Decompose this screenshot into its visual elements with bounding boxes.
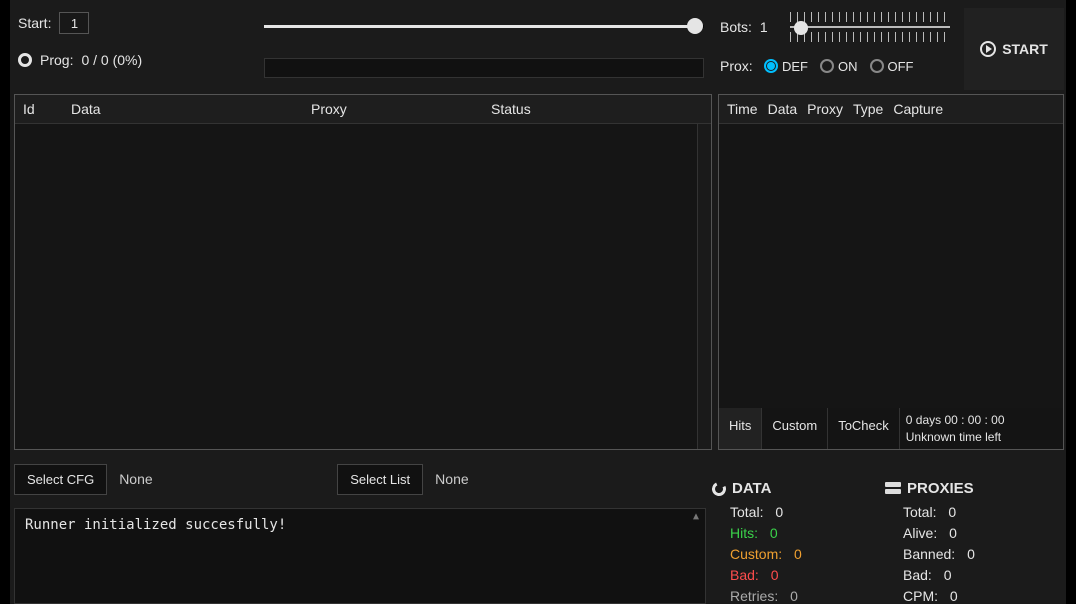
stats-panel: DATA Total: 0 Hits: 0 Custom: 0 Bad: 0 R… (708, 472, 1054, 604)
stat-custom-label: Custom: (730, 546, 782, 562)
log-line: Runner initialized succesfully! (25, 517, 695, 533)
select-list-button[interactable]: Select List (337, 464, 423, 495)
tab-hits[interactable]: Hits (719, 408, 762, 449)
col-capture[interactable]: Capture (893, 101, 943, 117)
hits-table: Time Data Proxy Type Capture (718, 94, 1064, 450)
stat-retries-value: 0 (790, 588, 798, 604)
stat-hits-label: Hits: (730, 525, 758, 541)
play-icon (980, 41, 996, 57)
stat-alive-value: 0 (949, 525, 957, 541)
stat-alive-label: Alive: (903, 525, 937, 541)
table-header: Id Data Proxy Status (15, 95, 711, 124)
stat-pbad-value: 0 (944, 567, 952, 583)
start-label: Start: (18, 15, 51, 31)
vertical-scrollbar[interactable] (697, 124, 711, 449)
col-time[interactable]: Time (727, 101, 758, 117)
hits-tabs-row: Hits Custom ToCheck 0 days 00 : 00 : 00 … (10, 408, 1066, 450)
data-header: DATA (732, 480, 771, 497)
prog-label: Prog: (40, 52, 73, 68)
col-data[interactable]: Data (71, 101, 311, 117)
prox-radio-def[interactable] (764, 59, 778, 73)
slider-thumb-icon[interactable] (794, 21, 808, 35)
bots-label: Bots: (720, 19, 752, 35)
slider-thumb-icon[interactable] (687, 18, 703, 34)
prox-radio-off[interactable] (870, 59, 884, 73)
app-window: Start: Prog: 0 / 0 (0%) Bots: 1 (10, 0, 1066, 604)
table-body[interactable] (719, 124, 1063, 449)
main-results-table: Id Data Proxy Status (14, 94, 712, 450)
top-bar: Start: Prog: 0 / 0 (0%) Bots: 1 (10, 0, 1066, 88)
prox-radio-on-label: ON (838, 59, 858, 74)
bots-slider[interactable] (790, 12, 950, 42)
scroll-up-icon[interactable]: ▲ (689, 511, 703, 525)
prox-radio-def-label: DEF (782, 59, 808, 74)
col-proxy[interactable]: Proxy (807, 101, 843, 117)
col-id[interactable]: Id (23, 101, 71, 117)
prox-radio-off-label: OFF (888, 59, 914, 74)
col-proxy[interactable]: Proxy (311, 101, 491, 117)
stat-retries-label: Retries: (730, 588, 778, 604)
proxies-stats: PROXIES Total: 0 Alive: 0 Banned: 0 Bad:… (885, 480, 1050, 604)
proxies-header: PROXIES (907, 480, 974, 497)
stat-hits-value: 0 (770, 525, 778, 541)
stat-bad-value: 0 (771, 567, 779, 583)
stat-cpm-value: 0 (950, 588, 958, 604)
start-button[interactable]: START (964, 8, 1064, 90)
stat-banned-value: 0 (967, 546, 975, 562)
elapsed-timer: 0 days 00 : 00 : 00 Unknown time left (900, 408, 1063, 449)
prox-label: Prox: (720, 58, 760, 74)
selected-list-value: None (423, 464, 704, 495)
data-stats: DATA Total: 0 Hits: 0 Custom: 0 Bad: 0 R… (712, 480, 877, 604)
start-button-label: START (1002, 41, 1048, 57)
tab-custom[interactable]: Custom (762, 408, 828, 449)
top-right-group: Bots: 1 Prox: DEF ON OFF (720, 6, 958, 74)
stat-ptotal-label: Total: (903, 504, 936, 520)
position-slider[interactable] (264, 18, 704, 34)
stat-custom-value: 0 (794, 546, 802, 562)
tables-area: Id Data Proxy Status Time Data Proxy Typ… (10, 88, 1066, 450)
progress-ring-icon (18, 53, 32, 67)
col-data[interactable]: Data (768, 101, 798, 117)
selected-cfg-value: None (107, 464, 337, 495)
start-input[interactable] (59, 12, 89, 34)
stat-pbad-label: Bad: (903, 567, 932, 583)
stat-bad-label: Bad: (730, 567, 759, 583)
col-status[interactable]: Status (491, 101, 703, 117)
tab-tocheck[interactable]: ToCheck (828, 408, 900, 449)
stat-ptotal-value: 0 (948, 504, 956, 520)
top-left-group: Start: Prog: 0 / 0 (0%) (18, 6, 258, 68)
prox-radio-on[interactable] (820, 59, 834, 73)
stat-banned-label: Banned: (903, 546, 955, 562)
stat-total-value: 0 (775, 504, 783, 520)
col-type[interactable]: Type (853, 101, 883, 117)
bots-value: 1 (760, 19, 776, 35)
server-icon (885, 482, 901, 496)
log-output[interactable]: Runner initialized succesfully! ▲ (14, 508, 706, 604)
timer-remaining: Unknown time left (906, 429, 1057, 446)
stat-cpm-label: CPM: (903, 588, 938, 604)
table-header: Time Data Proxy Type Capture (719, 95, 1063, 124)
top-center-group (264, 6, 714, 78)
progress-bar (264, 58, 704, 78)
prog-value: 0 / 0 (0%) (81, 52, 142, 68)
timer-elapsed: 0 days 00 : 00 : 00 (906, 412, 1057, 429)
select-cfg-button[interactable]: Select CFG (14, 464, 107, 495)
stat-total-label: Total: (730, 504, 763, 520)
table-body[interactable] (15, 124, 697, 449)
data-icon (710, 480, 728, 498)
